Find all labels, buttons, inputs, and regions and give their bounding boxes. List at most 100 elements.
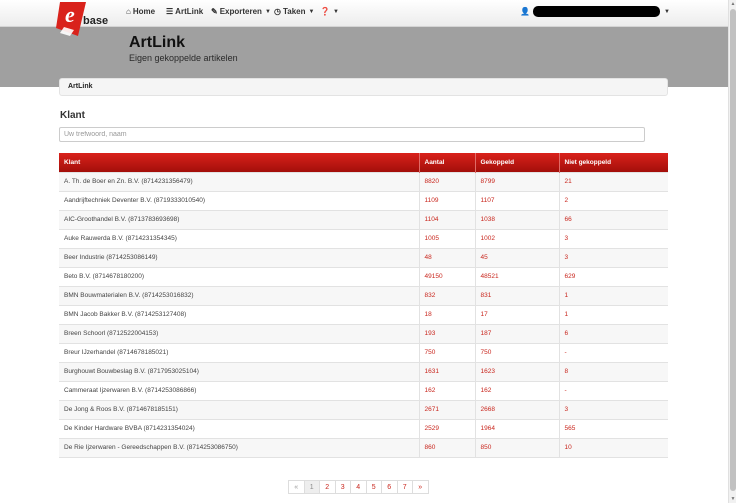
breadcrumb: ArtLink xyxy=(59,78,668,96)
cell-klant: Auke Rauwerda B.V. (8714231354345) xyxy=(59,228,420,248)
cell-niet-gekoppeld: 3 xyxy=(559,247,668,267)
cell-klant: Beto B.V. (8714678180200) xyxy=(59,266,420,286)
cell-gekoppeld: 187 xyxy=(475,323,560,343)
cell-aantal: 832 xyxy=(419,285,476,305)
nav-home-label: Home xyxy=(132,7,156,16)
caret-down-icon: ▼ xyxy=(332,8,339,15)
table-row[interactable]: De Rie Ijzerwaren - Gereedschappen B.V. … xyxy=(59,437,668,458)
nav-artlink-label: ArtLink xyxy=(175,7,204,16)
cell-aantal: 48 xyxy=(419,247,476,267)
logo-text: base xyxy=(83,15,108,27)
table-row[interactable]: A. Th. de Boer en Zn. B.V. (871423135647… xyxy=(59,171,668,191)
cell-aantal: 49150 xyxy=(419,266,476,286)
home-icon: ⌂ xyxy=(126,7,131,16)
pagination: «1 2 3 4 5 6 7» xyxy=(288,480,429,494)
table-row[interactable]: Burghouwt Bouwbeslag B.V. (8717953025104… xyxy=(59,361,668,381)
cell-niet-gekoppeld: 8 xyxy=(559,361,668,381)
cell-aantal: 1109 xyxy=(419,190,476,210)
filter-label: Klant xyxy=(60,110,85,121)
pagination-page-6[interactable]: 6 xyxy=(381,480,398,494)
cell-klant: De Rie Ijzerwaren - Gereedschappen B.V. … xyxy=(59,437,420,458)
nav-exporteren[interactable]: ✎ Exporteren ▼ xyxy=(211,7,271,16)
pagination-page-2[interactable]: 2 xyxy=(319,480,336,494)
table-row[interactable]: De Jong & Roos B.V. (8714678185151) 2671 2… xyxy=(59,399,668,419)
cell-klant: AIC-Groothandel B.V. (8713783693698) xyxy=(59,209,420,229)
scrollbar[interactable]: ▲ ▼ xyxy=(728,0,736,503)
nav-home[interactable]: ⌂ Home xyxy=(126,7,155,16)
table-row[interactable]: Cammeraat Ijzerwaren B.V. (8714253086866… xyxy=(59,380,668,400)
table-row[interactable]: Breen Schoorl (8712522004153) 193 187 6 xyxy=(59,323,668,343)
pagination-next[interactable]: » xyxy=(412,480,429,494)
cell-klant: Breen Schoorl (8712522004153) xyxy=(59,323,420,343)
top-navbar: e base ⌂ Home ☰ ArtLink ✎ Exporteren ▼ ◷… xyxy=(0,0,728,36)
col-header-gekoppeld[interactable]: Gekoppeld xyxy=(475,153,560,172)
nav-help[interactable]: ❓ ▼ xyxy=(320,7,339,16)
ezbase-logo[interactable]: e base xyxy=(56,0,112,38)
cell-klant: BMN Bouwmaterialen B.V. (8714253016832) xyxy=(59,285,420,305)
cell-gekoppeld: 2668 xyxy=(475,399,560,419)
table-row[interactable]: AIC-Groothandel B.V. (8713783693698) 1104… xyxy=(59,209,668,229)
nav-taken[interactable]: ◷ Taken ▼ xyxy=(274,7,314,16)
cell-klant: De Kinder Hardware BVBA (8714231354024) xyxy=(59,418,420,438)
cell-klant: De Jong & Roos B.V. (8714678185151) xyxy=(59,399,420,419)
table-row[interactable]: BMN Jacob Bakker B.V. (8714253127408) 18 1… xyxy=(59,304,668,324)
scroll-thumb[interactable] xyxy=(730,9,736,491)
cell-gekoppeld: 831 xyxy=(475,285,560,305)
help-icon: ❓ xyxy=(320,7,330,16)
page-subtitle: Eigen gekoppelde artikelen xyxy=(129,53,238,63)
cell-aantal: 1104 xyxy=(419,209,476,229)
cell-gekoppeld: 8799 xyxy=(475,171,560,191)
cell-gekoppeld: 45 xyxy=(475,247,560,267)
pagination-page-1[interactable]: 1 xyxy=(303,480,320,494)
cell-niet-gekoppeld: - xyxy=(559,380,668,400)
cell-gekoppeld: 162 xyxy=(475,380,560,400)
cell-niet-gekoppeld: 6 xyxy=(559,323,668,343)
cell-niet-gekoppeld: 629 xyxy=(559,266,668,286)
table-row[interactable]: Beer Industrie (8714253086149) 48 45 3 xyxy=(59,247,668,267)
table-header-row: Klant Aantal Gekoppeld Niet gekoppeld xyxy=(59,153,668,172)
pagination-page-7[interactable]: 7 xyxy=(396,480,413,494)
customer-table: Klant Aantal Gekoppeld Niet gekoppeld A.… xyxy=(59,153,668,458)
pagination-prev[interactable]: « xyxy=(288,480,305,494)
cell-niet-gekoppeld: - xyxy=(559,342,668,362)
user-menu[interactable]: 👤 ▼ xyxy=(520,6,670,17)
cell-klant: BMN Jacob Bakker B.V. (8714253127408) xyxy=(59,304,420,324)
table-row[interactable]: De Kinder Hardware BVBA (8714231354024) 2… xyxy=(59,418,668,438)
table-row[interactable]: BMN Bouwmaterialen B.V. (8714253016832) 8… xyxy=(59,285,668,305)
cell-aantal: 8820 xyxy=(419,171,476,191)
logo-graphic: e base xyxy=(56,2,108,36)
table-row[interactable]: Auke Rauwerda B.V. (8714231354345) 1005 10… xyxy=(59,228,668,248)
cell-klant: Cammeraat Ijzerwaren B.V. (8714253086866… xyxy=(59,380,420,400)
cell-niet-gekoppeld: 565 xyxy=(559,418,668,438)
nav-exporteren-label: Exporteren xyxy=(219,7,262,16)
cell-gekoppeld: 1964 xyxy=(475,418,560,438)
cell-aantal: 860 xyxy=(419,437,476,458)
cell-aantal: 1005 xyxy=(419,228,476,248)
cell-gekoppeld: 17 xyxy=(475,304,560,324)
scroll-up-icon[interactable]: ▲ xyxy=(729,0,736,8)
caret-down-icon: ▼ xyxy=(308,8,315,15)
cell-aantal: 2671 xyxy=(419,399,476,419)
pagination-page-3[interactable]: 3 xyxy=(334,480,351,494)
breadcrumb-item-artlink[interactable]: ArtLink xyxy=(68,83,93,90)
user-name-redacted xyxy=(532,6,660,17)
cell-niet-gekoppeld: 2 xyxy=(559,190,668,210)
col-header-aantal[interactable]: Aantal xyxy=(419,153,476,172)
user-icon: 👤 xyxy=(520,7,530,16)
cell-gekoppeld: 750 xyxy=(475,342,560,362)
pagination-page-4[interactable]: 4 xyxy=(350,480,367,494)
col-header-klant[interactable]: Klant xyxy=(59,153,420,172)
search-input[interactable] xyxy=(59,127,645,142)
col-header-niet-gekoppeld[interactable]: Niet gekoppeld xyxy=(559,153,668,172)
cell-niet-gekoppeld: 21 xyxy=(559,171,668,191)
nav-artlink[interactable]: ☰ ArtLink xyxy=(166,7,203,16)
table-row[interactable]: Aandrijftechniek Deventer B.V. (87193330… xyxy=(59,190,668,210)
cell-gekoppeld: 1038 xyxy=(475,209,560,229)
table-row[interactable]: Beto B.V. (8714678180200) 49150 48521 629 xyxy=(59,266,668,286)
cell-klant: Burghouwt Bouwbeslag B.V. (8717953025104… xyxy=(59,361,420,381)
table-row[interactable]: Breur IJzerhandel (8714678185021) 750 750- xyxy=(59,342,668,362)
scroll-down-icon[interactable]: ▼ xyxy=(729,495,736,503)
cell-klant: A. Th. de Boer en Zn. B.V. (871423135647… xyxy=(59,171,420,191)
cell-gekoppeld: 850 xyxy=(475,437,560,458)
pagination-page-5[interactable]: 5 xyxy=(365,480,382,494)
